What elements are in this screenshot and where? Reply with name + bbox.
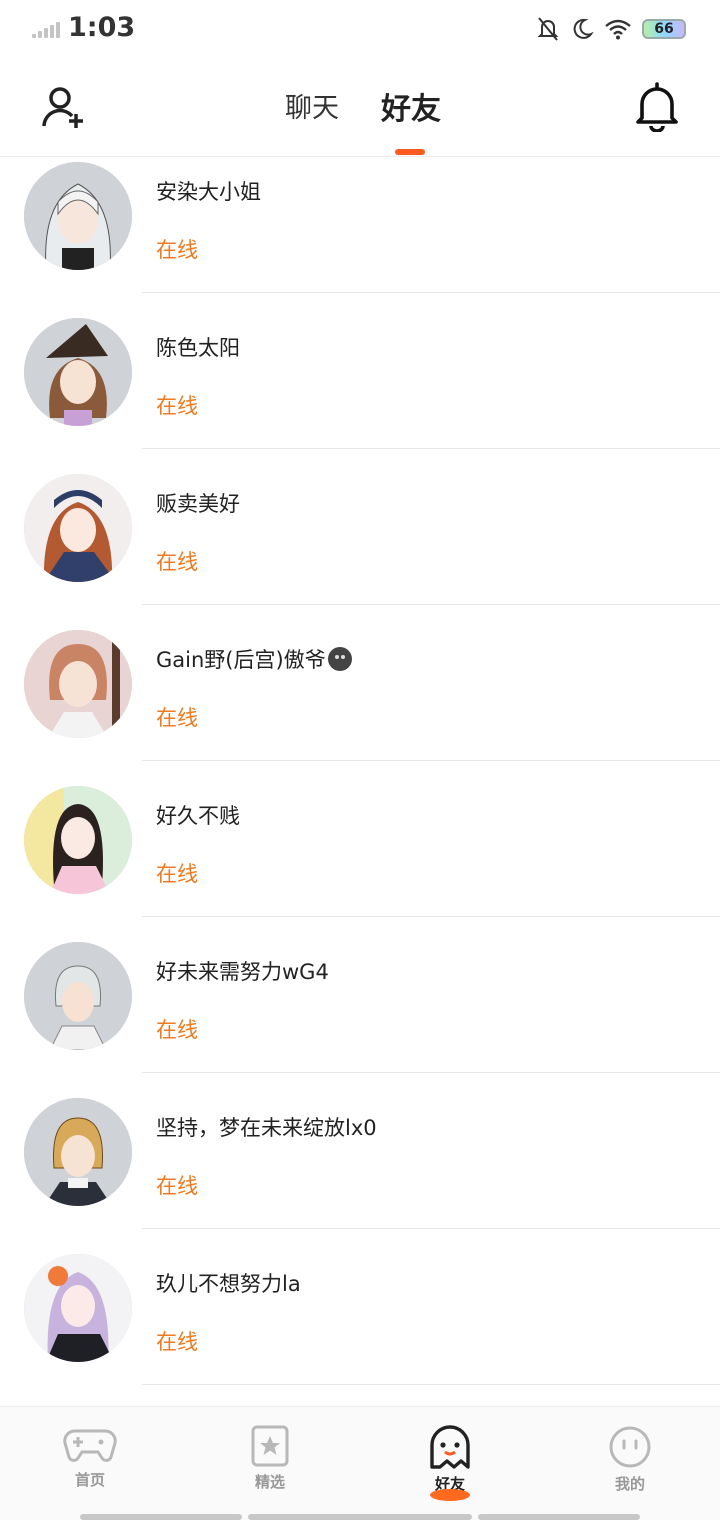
system-gesture-bar: [248, 1514, 472, 1520]
nav-friends[interactable]: 好友: [390, 1425, 510, 1505]
system-gesture-bar: [80, 1514, 242, 1520]
friend-status: 在线: [156, 394, 198, 418]
nav-label: 精选: [254, 1473, 285, 1491]
friend-list-item[interactable]: 好久不贱 在线: [0, 782, 720, 938]
friend-list-item[interactable]: 玖儿不想努力la 在线: [0, 1250, 720, 1406]
divider: [142, 760, 720, 761]
friend-name: 好久不贱: [156, 804, 240, 828]
star-bookmark-icon: [251, 1425, 289, 1467]
gamepad-icon: [63, 1429, 117, 1462]
bell-mute-icon: [537, 17, 559, 41]
notification-bell-icon[interactable]: [634, 82, 680, 132]
avatar[interactable]: [24, 786, 132, 894]
friend-list: 安染大小姐 在线 陈色太阳 在线 贩卖美好 在线 Gain野(后宫)傲爷 在线 …: [0, 158, 720, 1406]
status-icons: 66: [536, 14, 686, 44]
nav-label: 我的: [614, 1475, 645, 1493]
avatar-image: [24, 1254, 132, 1362]
nav-label: 首页: [74, 1471, 105, 1489]
friend-name: 陈色太阳: [156, 336, 240, 360]
avatar[interactable]: [24, 318, 132, 426]
wifi-icon: [605, 19, 631, 40]
avatar-image: [24, 162, 132, 270]
face-icon: [609, 1426, 651, 1468]
friend-status: 在线: [156, 550, 198, 574]
friend-status: 在线: [156, 706, 198, 730]
moon-icon: [573, 18, 594, 39]
ghost-icon: [430, 1425, 470, 1469]
avatar-image: [24, 630, 132, 738]
divider: [142, 1384, 720, 1385]
avatar-image: [24, 1098, 132, 1206]
avatar[interactable]: [24, 162, 132, 270]
friend-name: 玖儿不想努力la: [156, 1272, 301, 1296]
active-tab-indicator: [395, 149, 425, 155]
avatar[interactable]: [24, 474, 132, 582]
friend-name: 好未来需努力wG4: [156, 960, 329, 984]
friend-list-item[interactable]: 好未来需努力wG4 在线: [0, 938, 720, 1094]
avatar[interactable]: [24, 942, 132, 1050]
avatar[interactable]: [24, 630, 132, 738]
battery-icon: 66: [642, 19, 686, 39]
friend-status: 在线: [156, 1018, 198, 1042]
avatar-image: [24, 786, 132, 894]
status-bar: 1:03 66: [0, 0, 720, 60]
friend-name: 坚持，梦在未来绽放lx0: [156, 1116, 377, 1140]
dark-smiley-icon: [327, 647, 352, 671]
avatar[interactable]: [24, 1254, 132, 1362]
avatar[interactable]: [24, 1098, 132, 1206]
avatar-image: [24, 318, 132, 426]
nav-featured[interactable]: 精选: [210, 1425, 330, 1505]
status-time: 1:03: [68, 12, 136, 43]
top-header: 聊天 好友: [0, 60, 720, 157]
divider: [142, 448, 720, 449]
divider: [142, 292, 720, 293]
friend-name: 贩卖美好: [156, 492, 240, 516]
divider: [142, 916, 720, 917]
friend-status: 在线: [156, 1330, 198, 1354]
active-nav-indicator: [430, 1489, 470, 1501]
tab-bar: 聊天 好友: [0, 60, 720, 156]
tab-chat[interactable]: 聊天: [285, 86, 339, 125]
avatar-image: [24, 474, 132, 582]
friend-list-item[interactable]: 坚持，梦在未来绽放lx0 在线: [0, 1094, 720, 1250]
nav-home[interactable]: 首页: [30, 1425, 150, 1505]
nav-mine[interactable]: 我的: [570, 1425, 690, 1505]
friend-list-item[interactable]: 贩卖美好 在线: [0, 470, 720, 626]
signal-icon: [32, 22, 60, 38]
system-gesture-bar: [478, 1514, 640, 1520]
friend-list-item[interactable]: Gain野(后宫)傲爷 在线: [0, 626, 720, 782]
friend-list-item[interactable]: 陈色太阳 在线: [0, 314, 720, 470]
divider: [142, 1072, 720, 1073]
friend-name: 安染大小姐: [156, 180, 261, 204]
friend-name: Gain野(后宫)傲爷: [156, 644, 352, 674]
divider: [142, 604, 720, 605]
friend-status: 在线: [156, 862, 198, 886]
friend-status: 在线: [156, 238, 198, 262]
tab-friends[interactable]: 好友: [381, 84, 441, 128]
avatar-image: [24, 942, 132, 1050]
friend-status: 在线: [156, 1174, 198, 1198]
friend-list-item[interactable]: 安染大小姐 在线: [0, 158, 720, 314]
bottom-nav: 首页 精选 好友 我的: [0, 1406, 720, 1520]
divider: [142, 1228, 720, 1229]
